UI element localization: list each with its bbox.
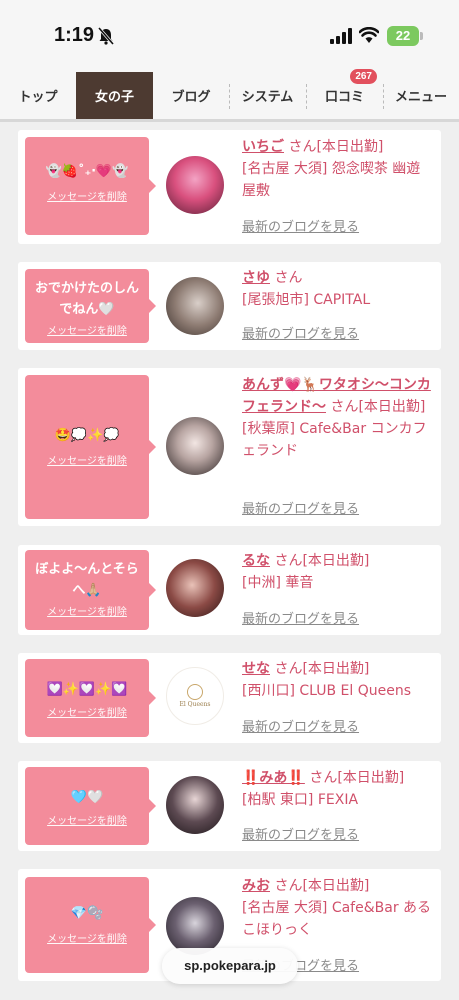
clock: 1:19 <box>54 24 95 46</box>
message-bubble: おでかけたのしんでねん🤍 メッセージを削除 <box>25 269 156 343</box>
list-item: ぼよよ〜んとそらへ🙏🏼 メッセージを削除 るな さん[本日出勤] [中洲] 華音… <box>18 545 441 635</box>
girl-info: さゆ さん [尾張旭市] CAPITAL <box>242 267 434 311</box>
shop-location[interactable]: [名古屋 大須] Cafe&Bar あるこほりっく <box>242 900 431 938</box>
girl-name-link[interactable]: るな <box>242 553 270 569</box>
delete-message-link[interactable]: メッセージを削除 <box>29 603 145 618</box>
latest-blog-link[interactable]: 最新のブログを見る <box>242 824 359 843</box>
tab-menu[interactable]: メニュー <box>383 72 459 119</box>
attendance-status: [本日出勤] <box>302 878 370 894</box>
message-text: ぼよよ〜んとそらへ🙏🏼 <box>35 562 139 598</box>
latest-blog-link[interactable]: 最新のブログを見る <box>242 608 359 627</box>
tab-label: トップ <box>18 90 58 105</box>
girl-info: あんず💗🦌ワタオシ〜コンカフェランド〜 さん[本日出勤] [秋葉原] Cafe&… <box>242 374 434 462</box>
attendance-status: [本日出勤] <box>316 139 384 155</box>
tab-system[interactable]: システム <box>229 72 306 119</box>
attendance-status: [本日出勤] <box>358 399 426 415</box>
message-text: 👻🍓˚₊‧💗👻 <box>45 164 129 179</box>
shop-location[interactable]: [中洲] 華音 <box>242 575 313 591</box>
message-bubble: ぼよよ〜んとそらへ🙏🏼 メッセージを削除 <box>25 550 156 630</box>
signal-icon <box>330 28 352 44</box>
tab-top[interactable]: トップ <box>0 72 76 119</box>
message-text: 💟✨💟✨💟 <box>46 682 128 697</box>
avatar[interactable]: El Queens <box>166 667 224 725</box>
girl-name-link[interactable]: さゆ <box>242 270 270 286</box>
girl-info: いちご さん[本日出勤] [名古屋 大須] 怨念喫茶 幽遊屋敷 <box>242 136 434 202</box>
latest-blog-link[interactable]: 最新のブログを見る <box>242 498 359 517</box>
message-bubble: 💟✨💟✨💟 メッセージを削除 <box>25 659 156 737</box>
latest-blog-link[interactable]: 最新のブログを見る <box>242 716 359 735</box>
delete-message-link[interactable]: メッセージを削除 <box>29 322 145 337</box>
tab-reviews[interactable]: 口コミ 267 <box>306 69 383 119</box>
shop-location[interactable]: [秋葉原] Cafe&Bar コンカフェランド <box>242 421 427 459</box>
message-text: 🤩💭✨💭 <box>54 428 120 443</box>
tab-blog[interactable]: ブログ <box>153 72 229 119</box>
message-text: おでかけたのしんでねん🤍 <box>34 281 139 317</box>
crown-logo-icon <box>187 684 203 700</box>
girl-info: みお さん[本日出勤] [名古屋 大須] Cafe&Bar あるこほりっく <box>242 875 434 941</box>
list-item: 💟✨💟✨💟 メッセージを削除 El Queens せな さん[本日出勤] [西川… <box>18 653 441 743</box>
shop-logo-text: El Queens <box>179 701 211 708</box>
honorific: さん <box>274 270 303 286</box>
tab-girls[interactable]: 女の子 <box>76 72 153 119</box>
battery-icon: 22 <box>387 26 419 46</box>
shop-location[interactable]: [名古屋 大須] 怨念喫茶 幽遊屋敷 <box>242 161 420 199</box>
tab-bar: トップ 女の子 ブログ システム 口コミ 267 メニュー <box>0 69 459 122</box>
wifi-icon <box>359 27 379 43</box>
message-text: 🩵🤍 <box>70 790 104 805</box>
tab-label: 女の子 <box>94 90 134 105</box>
list-item: 🩵🤍 メッセージを削除 ‼️みあ‼️ さん[本日出勤] [柏駅 東口] FEXI… <box>18 761 441 851</box>
honorific: さん <box>309 770 338 786</box>
battery-tip <box>420 32 423 40</box>
tab-label: メニュー <box>394 90 447 105</box>
delete-message-link[interactable]: メッセージを削除 <box>29 188 145 203</box>
honorific: さん <box>274 878 303 894</box>
honorific: さん <box>274 661 303 677</box>
message-text: 💎🫧 <box>70 906 104 921</box>
list-item: 👻🍓˚₊‧💗👻 メッセージを削除 いちご さん[本日出勤] [名古屋 大須] 怨… <box>18 130 441 244</box>
delete-message-link[interactable]: メッセージを削除 <box>29 812 145 827</box>
review-count-badge: 267 <box>350 69 377 84</box>
delete-message-link[interactable]: メッセージを削除 <box>29 930 145 945</box>
shop-location[interactable]: [柏駅 東口] FEXIA <box>242 792 358 808</box>
girl-name-link[interactable]: みお <box>242 878 270 894</box>
girl-name-link[interactable]: せな <box>242 661 270 677</box>
bell-muted-icon <box>98 27 114 45</box>
avatar[interactable] <box>166 277 224 335</box>
girl-name-link[interactable]: いちご <box>242 139 284 155</box>
avatar[interactable] <box>166 776 224 834</box>
message-bubble: 🩵🤍 メッセージを削除 <box>25 767 156 845</box>
status-bar: 1:19 22 <box>0 0 459 72</box>
url-bar[interactable]: sp.pokepara.jp <box>162 948 298 984</box>
girl-info: るな さん[本日出勤] [中洲] 華音 <box>242 550 434 594</box>
list-item: 🤩💭✨💭 メッセージを削除 あんず💗🦌ワタオシ〜コンカフェランド〜 さん[本日出… <box>18 368 441 526</box>
attendance-status: [本日出勤] <box>302 553 370 569</box>
shop-location[interactable]: [尾張旭市] CAPITAL <box>242 292 370 308</box>
message-bubble: 🤩💭✨💭 メッセージを削除 <box>25 375 156 519</box>
girl-info: ‼️みあ‼️ さん[本日出勤] [柏駅 東口] FEXIA <box>242 767 434 811</box>
message-bubble: 💎🫧 メッセージを削除 <box>25 877 156 973</box>
tab-label: システム <box>241 90 294 105</box>
latest-blog-link[interactable]: 最新のブログを見る <box>242 323 359 342</box>
attendance-status: [本日出勤] <box>337 770 405 786</box>
honorific: さん <box>330 399 359 415</box>
delete-message-link[interactable]: メッセージを削除 <box>29 704 145 719</box>
girl-name-link[interactable]: ‼️みあ‼️ <box>242 770 305 786</box>
latest-blog-link[interactable]: 最新のブログを見る <box>242 216 359 235</box>
message-bubble: 👻🍓˚₊‧💗👻 メッセージを削除 <box>25 137 156 235</box>
tab-label: 口コミ <box>324 90 364 105</box>
avatar[interactable] <box>166 897 224 955</box>
girl-info: せな さん[本日出勤] [西川口] CLUB El Queens <box>242 658 434 702</box>
avatar[interactable] <box>166 417 224 475</box>
attendance-status: [本日出勤] <box>302 661 370 677</box>
list-item: おでかけたのしんでねん🤍 メッセージを削除 さゆ さん [尾張旭市] CAPIT… <box>18 262 441 350</box>
avatar[interactable] <box>166 559 224 617</box>
shop-location[interactable]: [西川口] CLUB El Queens <box>242 683 411 699</box>
honorific: さん <box>288 139 317 155</box>
tab-label: ブログ <box>171 90 211 105</box>
avatar[interactable] <box>166 156 224 214</box>
delete-message-link[interactable]: メッセージを削除 <box>29 452 145 467</box>
honorific: さん <box>274 553 303 569</box>
